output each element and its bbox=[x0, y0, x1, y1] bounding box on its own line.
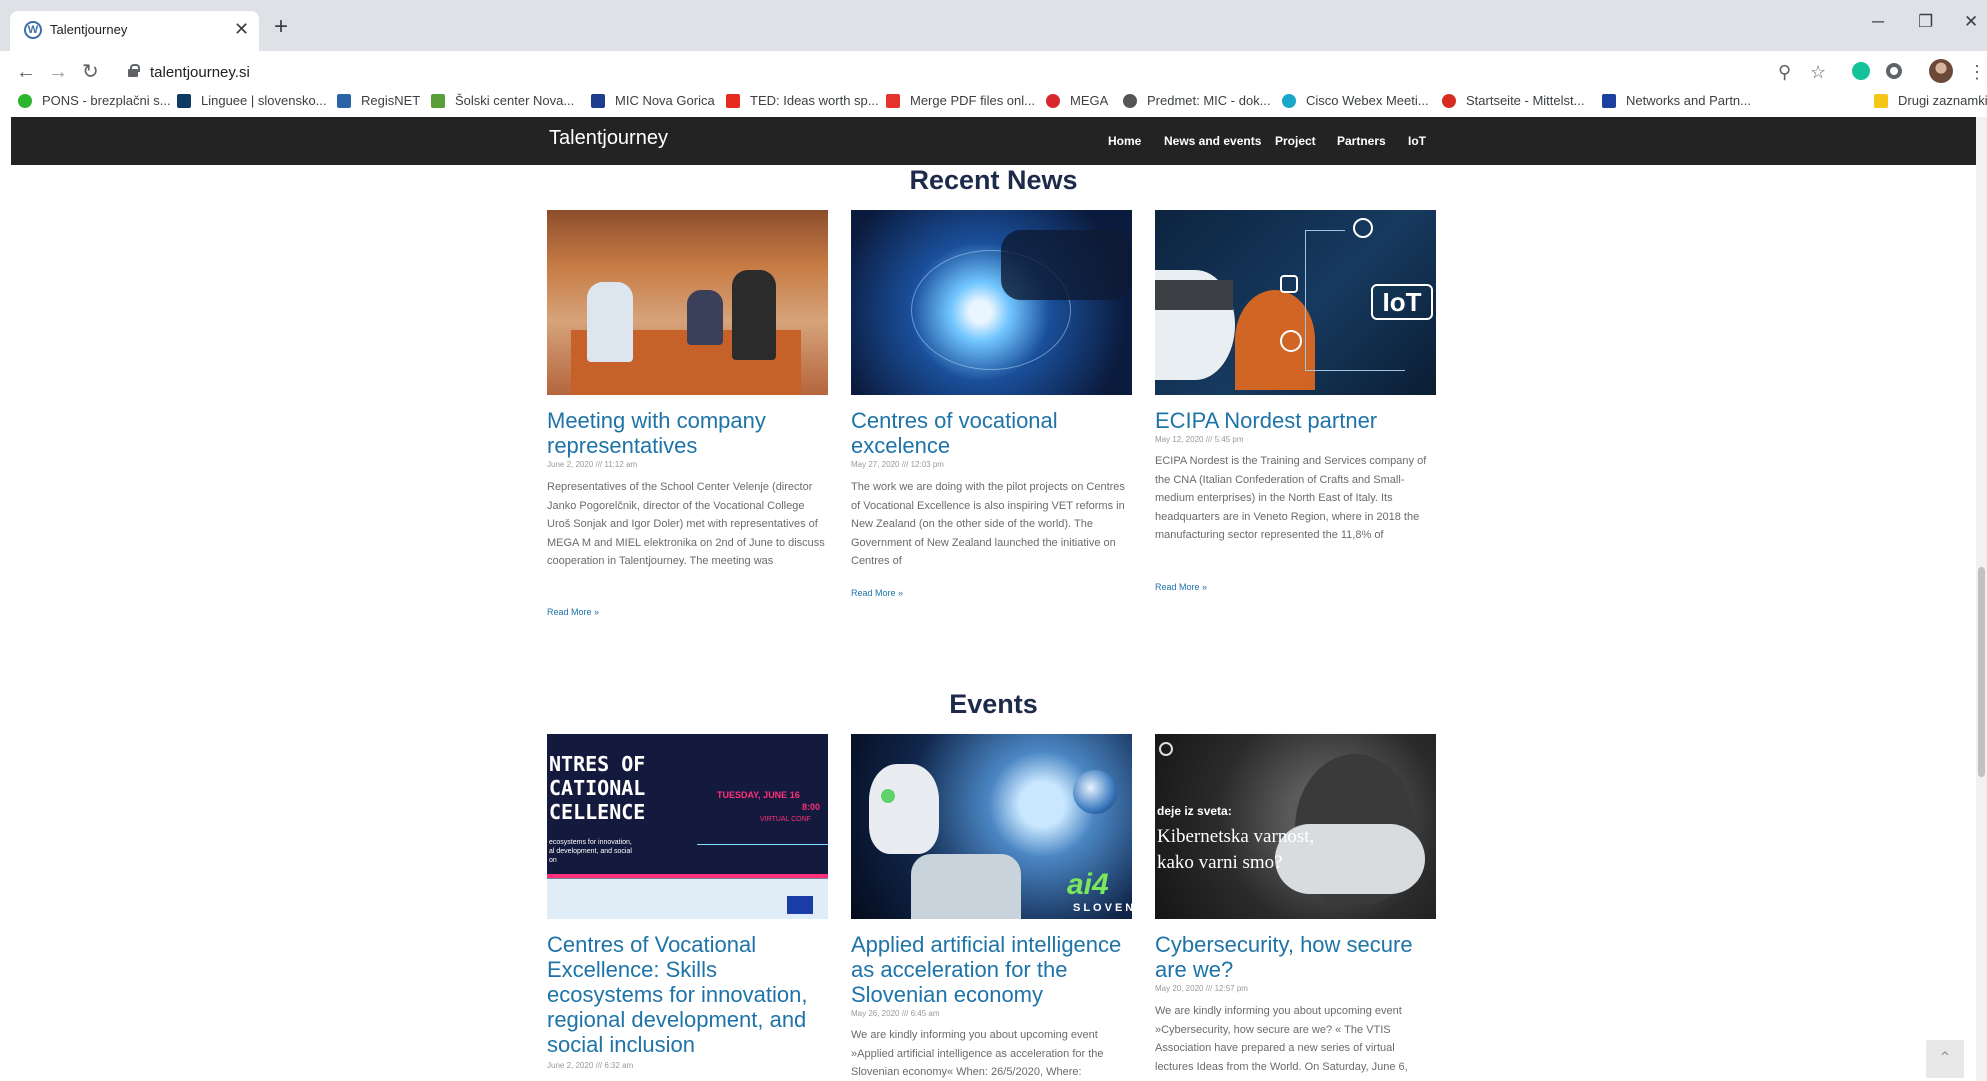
pons-icon bbox=[18, 94, 32, 108]
event-thumbnail[interactable]: NTRES OF CATIONAL CELLENCE TUESDAY, JUNE… bbox=[547, 734, 828, 919]
event-card: deje iz sveta: Kibernetska varnost, kako… bbox=[1155, 734, 1436, 1073]
event-excerpt: We are kindly informing you about upcomi… bbox=[1155, 1005, 1408, 1073]
tab-strip: W Talentjourney ✕ + ─ ❐ ✕ bbox=[0, 0, 1987, 51]
mega-icon bbox=[1046, 94, 1060, 108]
news-date: May 12, 2020 /// 5:45 pm bbox=[1155, 435, 1244, 444]
events-heading: Events bbox=[949, 689, 1038, 719]
event-title[interactable]: Applied artificial intelligence as accel… bbox=[851, 932, 1132, 1007]
shield-icon bbox=[1280, 330, 1302, 352]
new-tab-button[interactable]: + bbox=[274, 14, 288, 40]
browser-window: W Talentjourney ✕ + ─ ❐ ✕ ← → ↻ talentjo… bbox=[0, 0, 1987, 1081]
news-thumbnail[interactable] bbox=[851, 210, 1132, 395]
lock-icon bbox=[1280, 275, 1298, 293]
page-scrollbar[interactable] bbox=[1976, 117, 1987, 1081]
event-thumbnail[interactable]: ai4 SLOVEN bbox=[851, 734, 1132, 919]
address-bar[interactable]: talentjourney.si bbox=[150, 64, 250, 81]
read-more-link[interactable]: Read More » bbox=[851, 588, 903, 598]
news-excerpt: The work we are doing with the pilot pro… bbox=[851, 481, 1125, 568]
iot-label: IoT bbox=[1371, 284, 1433, 320]
site-brand[interactable]: Talentjourney bbox=[549, 127, 668, 150]
news-title[interactable]: Meeting with company representatives bbox=[547, 408, 828, 458]
event-title[interactable]: Cybersecurity, how secure are we? bbox=[1155, 932, 1436, 982]
minimize-button[interactable]: ─ bbox=[1872, 12, 1884, 32]
news-card: Meeting with company representatives Jun… bbox=[547, 210, 828, 617]
tab-close-icon[interactable]: ✕ bbox=[234, 19, 249, 39]
event-date: May 20, 2020 /// 12:57 pm bbox=[1155, 984, 1248, 993]
news-thumbnail[interactable] bbox=[547, 210, 828, 395]
back-to-top-button[interactable]: ⌃ bbox=[1926, 1040, 1964, 1078]
eu-flag-icon bbox=[1602, 94, 1616, 108]
lock-icon bbox=[1353, 218, 1373, 238]
restore-button[interactable]: ❐ bbox=[1918, 12, 1933, 32]
extension-icon[interactable] bbox=[1886, 63, 1902, 79]
grammarly-extension-icon[interactable] bbox=[1852, 62, 1870, 80]
mic-icon bbox=[591, 94, 605, 108]
browser-tab[interactable]: W Talentjourney ✕ bbox=[10, 11, 259, 51]
bookmark-star-icon[interactable]: ☆ bbox=[1810, 61, 1826, 83]
profile-avatar[interactable] bbox=[1929, 59, 1953, 83]
forward-button[interactable]: → bbox=[48, 60, 68, 84]
merge-pdf-icon bbox=[886, 94, 900, 108]
news-excerpt: Representatives of the School Center Vel… bbox=[547, 481, 825, 568]
web-page: Talentjourney Home News and events Proje… bbox=[11, 117, 1976, 1081]
event-card: ai4 SLOVEN Applied artificial intelligen… bbox=[851, 734, 1132, 1078]
folder-icon bbox=[1874, 94, 1888, 108]
event-title[interactable]: Centres of Vocational Excellence: Skills… bbox=[547, 932, 828, 1057]
news-card: Centres of vocational excelence May 27, … bbox=[851, 210, 1132, 598]
menu-item-project[interactable]: Project bbox=[1275, 134, 1316, 148]
menu-item-news-and-events[interactable]: News and events bbox=[1164, 134, 1261, 148]
event-date: May 26, 2020 /// 6:45 am bbox=[851, 1009, 940, 1018]
back-button[interactable]: ← bbox=[16, 60, 36, 84]
webex-icon bbox=[1282, 94, 1296, 108]
eu-flag-icon bbox=[787, 896, 813, 914]
read-more-link[interactable]: Read More » bbox=[547, 607, 599, 617]
news-date: May 27, 2020 /// 12:03 pm bbox=[851, 460, 944, 469]
recent-news-heading: Recent News bbox=[909, 165, 1078, 195]
news-excerpt: ECIPA Nordest is the Training and Servic… bbox=[1155, 455, 1427, 542]
news-date: June 2, 2020 /// 11:12 am bbox=[547, 460, 638, 469]
menu-item-home[interactable]: Home bbox=[1108, 134, 1141, 148]
bookmarks-bar: PONS - brezplačni s... Linguee | slovens… bbox=[0, 85, 1987, 117]
news-thumbnail[interactable]: IoT bbox=[1155, 210, 1436, 395]
news-title[interactable]: ECIPA Nordest partner bbox=[1155, 408, 1377, 433]
event-excerpt: We are kindly informing you about upcomi… bbox=[851, 1029, 1104, 1079]
lock-icon bbox=[128, 64, 140, 77]
logo-icon bbox=[1159, 742, 1173, 756]
menu-item-iot[interactable]: IoT bbox=[1408, 134, 1426, 148]
tab-title: Talentjourney bbox=[50, 22, 128, 37]
browser-menu-icon[interactable]: ⋮ bbox=[1968, 61, 1986, 83]
news-title[interactable]: Centres of vocational excelence bbox=[851, 408, 1132, 458]
zoom-icon[interactable]: ⚲ bbox=[1778, 61, 1791, 83]
event-thumbnail[interactable]: deje iz sveta: Kibernetska varnost, kako… bbox=[1155, 734, 1436, 919]
startseite-icon bbox=[1442, 94, 1456, 108]
menu-item-partners[interactable]: Partners bbox=[1337, 134, 1386, 148]
read-more-link[interactable]: Read More » bbox=[1155, 582, 1207, 592]
news-card: IoT ECIPA Nordest partner May 12, 2020 /… bbox=[1155, 210, 1436, 592]
moodle-icon bbox=[1123, 94, 1137, 108]
ted-icon bbox=[726, 94, 740, 108]
linguee-icon bbox=[177, 94, 191, 108]
reload-button[interactable]: ↻ bbox=[82, 60, 99, 84]
regisnet-icon bbox=[337, 94, 351, 108]
ai4-logo: ai4 bbox=[1067, 868, 1109, 901]
solski-center-icon bbox=[431, 94, 445, 108]
scrollbar-thumb[interactable] bbox=[1978, 567, 1985, 777]
wordpress-favicon-icon: W bbox=[24, 21, 42, 39]
close-window-button[interactable]: ✕ bbox=[1964, 12, 1978, 32]
event-card: NTRES OF CATIONAL CELLENCE TUESDAY, JUNE… bbox=[547, 734, 828, 1070]
event-date: June 2, 2020 /// 6:32 am bbox=[547, 1061, 634, 1070]
site-navbar: Talentjourney Home News and events Proje… bbox=[11, 117, 1976, 165]
